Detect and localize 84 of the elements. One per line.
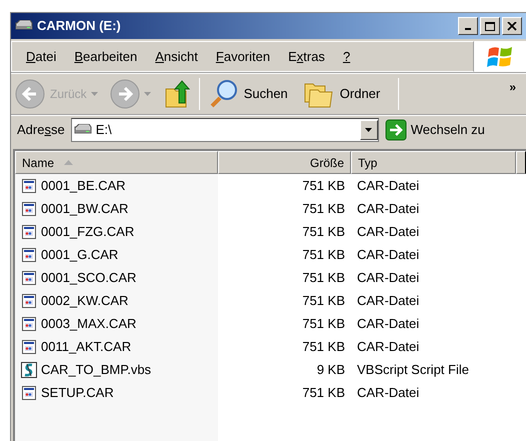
address-label: Adresse [17,121,65,140]
file-type: CAR-Datei [357,338,420,354]
file-size: 751 KB [302,384,345,400]
maximize-icon [485,22,495,30]
file-row[interactable]: CAR_TO_BMP.vbs 9 KB VBScript Script File [15,358,526,381]
file-size: 751 KB [302,246,345,262]
menu-item[interactable]: Bearbeiten [66,46,146,66]
file-icon [21,316,37,332]
file-row[interactable]: 0001_BW.CAR 751 KB CAR-Datei [15,197,526,220]
column-header[interactable] [516,151,526,174]
file-row[interactable]: 0001_BE.CAR 751 KB CAR-Datei [15,174,526,197]
file-size: 751 KB [302,224,345,239]
folder-up-button[interactable] [164,79,191,109]
file-icon [21,246,37,262]
window-title: CARMON (E:) [37,17,121,36]
file-type: CAR-Datei [357,292,420,308]
file-name: 0001_BW.CAR [41,200,128,218]
folders-button[interactable]: Ordner [304,80,380,108]
search-button[interactable]: Suchen [208,78,288,110]
file-icon [21,292,37,308]
file-size: 751 KB [302,292,345,308]
file-icon [21,178,37,194]
minimize-icon [465,28,471,30]
drive-icon [15,20,33,32]
file-type: CAR-Datei [357,246,420,262]
file-icon [21,338,37,354]
file-icon [21,384,37,400]
file-name: 0001_G.CAR [41,246,118,264]
menu-item[interactable]: Extras [280,46,333,66]
close-icon [507,22,517,30]
go-button[interactable]: Wechseln zu [384,119,485,141]
script-icon [21,362,37,378]
file-type: CAR-Datei [357,384,420,400]
overflow-chevron[interactable]: » [509,78,516,96]
file-type: CAR-Datei [357,224,420,239]
file-size: 751 KB [302,178,345,193]
file-size: 751 KB [302,316,345,331]
file-name: 0001_SCO.CAR [41,268,136,287]
file-type: VBScript Script File [357,362,469,377]
sort-arrow-icon [64,160,74,165]
column-header[interactable]: Typ [351,151,516,174]
caret-icon [365,128,372,132]
windows-flag-icon [487,44,513,68]
file-type: CAR-Datei [357,316,420,331]
column-header[interactable]: Größe [218,151,351,174]
file-name: SETUP.CAR [41,384,114,402]
address-field[interactable]: E:\ [70,118,379,142]
file-name: 0001_BE.CAR [41,176,126,195]
dropdown-button[interactable] [360,120,378,140]
file-icon [21,200,37,216]
file-type: CAR-Datei [357,178,420,193]
close-button[interactable] [502,17,522,35]
file-type: CAR-Datei [357,200,420,216]
file-type: CAR-Datei [357,270,420,285]
file-size: 751 KB [302,200,345,216]
file-name: 0003_MAX.CAR [41,314,136,333]
file-size: 751 KB [302,270,345,285]
file-row[interactable]: 0001_SCO.CAR 751 KB CAR-Datei [15,266,526,289]
file-row[interactable]: 0001_G.CAR 751 KB CAR-Datei [15,243,526,266]
file-name: 0002_KW.CAR [41,292,128,310]
column-header[interactable]: Name [15,151,218,174]
file-row[interactable]: 0002_KW.CAR 751 KB CAR-Datei [15,289,526,312]
maximize-button[interactable] [480,17,500,35]
minimize-button[interactable] [458,17,478,35]
caret-icon [144,92,151,96]
folder-up-icon [164,79,191,109]
caret-icon [90,92,98,96]
drive-icon [74,124,92,136]
menu-item[interactable]: Datei [18,46,64,66]
address-value: E:\ [96,121,112,140]
file-row[interactable]: 0003_MAX.CAR 751 KB CAR-Datei [15,312,526,335]
file-icon [21,224,37,240]
file-row[interactable]: SETUP.CAR 751 KB CAR-Datei [15,381,526,404]
file-row[interactable]: 0011_AKT.CAR 751 KB CAR-Datei [15,335,526,358]
file-name: 0011_AKT.CAR [41,338,132,356]
menu-item[interactable]: ? [334,46,358,66]
file-size: 9 KB [316,362,345,377]
file-icon [21,270,37,286]
file-row[interactable]: 0001_FZG.CAR 751 KB CAR-Datei [15,220,526,243]
menu-item[interactable]: Ansicht [147,46,206,66]
file-name: CAR_TO_BMP.vbs [41,360,152,379]
file-size: 751 KB [302,338,345,354]
file-name: 0001_FZG.CAR [41,222,134,241]
menu-item[interactable]: Favoriten [208,46,278,66]
